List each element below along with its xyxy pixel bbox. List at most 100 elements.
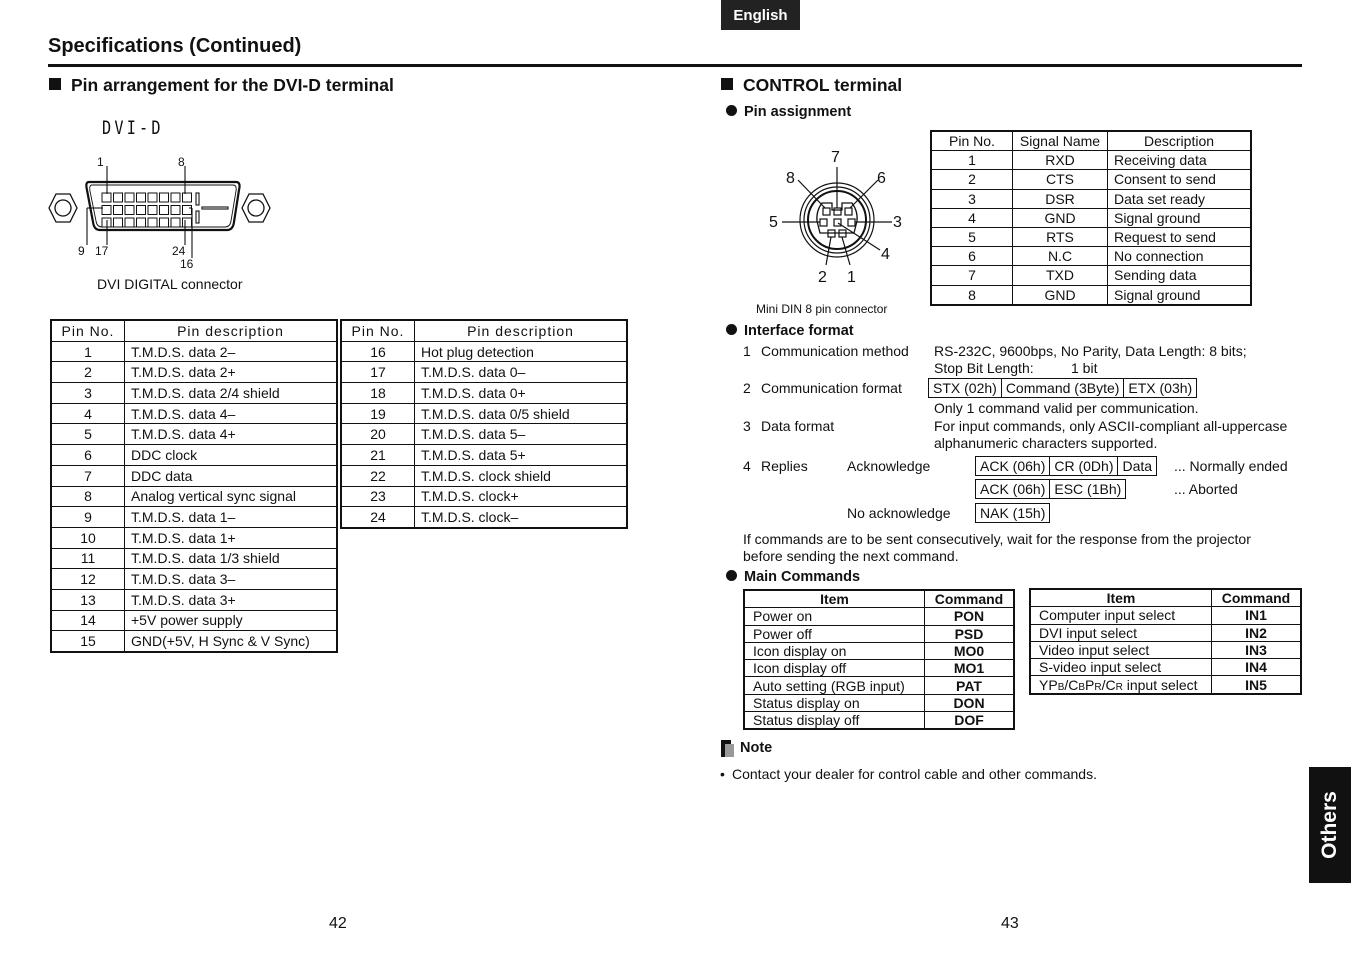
dvi-pin-contact <box>101 205 112 215</box>
signal-name-cell: CTS <box>1012 169 1108 190</box>
description-cell: Sending data <box>1107 265 1252 286</box>
table-row: 5 RTS Request to send <box>930 226 1252 248</box>
pin-description-cell: T.M.D.S. data 2/4 shield <box>124 382 338 404</box>
table-row: 13 T.M.D.S. data 3+ <box>50 588 338 611</box>
item3-line2: alphanumeric characters supported. <box>934 435 1158 451</box>
command-code-cell: IN1 <box>1211 606 1302 625</box>
others-side-tab-label: Others <box>1318 791 1341 859</box>
item2-number: 2 <box>743 380 751 396</box>
pin-number-cell: 13 <box>50 588 125 611</box>
item3-line1: For input commands, only ASCII-compliant… <box>934 418 1288 434</box>
dvi-pin-table-left: Pin No. Pin description 1 T.M.D.S. data 2… <box>50 319 338 653</box>
command-code-cell: IN4 <box>1211 658 1302 677</box>
pin-description-cell: DDC clock <box>124 444 338 466</box>
ack-normal-boxes: ACK (06h) CR (0Dh) Data <box>975 456 1158 476</box>
signal-name-cell: RTS <box>1012 226 1108 248</box>
square-bullet-icon <box>721 78 733 90</box>
pin-number-cell: 9 <box>50 506 125 528</box>
nak-box: NAK (15h) <box>975 503 1051 523</box>
pin-number-cell: 23 <box>340 485 415 508</box>
table-row: YPB/CBPR/CR input select IN5 <box>1029 675 1302 695</box>
command-code-cell: IN5 <box>1211 675 1302 695</box>
pin-number-cell: 21 <box>340 444 415 466</box>
dvi-pin-label-1: 1 <box>97 155 104 169</box>
dvi-pin-contact <box>182 205 192 215</box>
consecutive-note-line1: If commands are to be sent consecutively… <box>743 531 1251 547</box>
signal-name-cell: RXD <box>1012 150 1108 171</box>
pin-description-cell: T.M.D.S. data 1– <box>124 506 338 528</box>
square-bullet-icon <box>49 78 61 90</box>
ack-box: ACK (06h) <box>975 456 1051 476</box>
table-row: Auto setting (RGB input) PAT <box>743 676 1015 695</box>
command-code-cell: PSD <box>924 624 1015 643</box>
command-item-cell: Power on <box>743 607 925 626</box>
pin-number-cell: 8 <box>930 284 1013 306</box>
interface-format-heading-text: Interface format <box>744 323 854 339</box>
stx-box: STX (02h) <box>928 378 1002 398</box>
pin-description-cell: T.M.D.S. data 1/3 shield <box>124 547 338 570</box>
left-hex-nut-icon <box>48 193 78 223</box>
pin-number-cell: 6 <box>50 444 125 466</box>
table-row: 19 T.M.D.S. data 0/5 shield <box>340 402 628 425</box>
others-side-tab[interactable]: Others <box>1309 767 1351 883</box>
table-row: 6 N.C No connection <box>930 246 1252 267</box>
pin-number-cell: 19 <box>340 402 415 425</box>
pin-description-cell: T.M.D.S. data 2+ <box>124 361 338 384</box>
table-row: 14 +5V power supply <box>50 609 338 632</box>
page-number-left: 42 <box>329 915 347 932</box>
header-command: Command <box>924 589 1015 609</box>
item2-label: Communication format <box>761 380 902 396</box>
normally-ended-text: ... Normally ended <box>1174 458 1288 474</box>
table-row: 24 T.M.D.S. clock– <box>340 506 628 529</box>
table-row: S-video input select IN4 <box>1029 658 1302 677</box>
control-section-title-text: CONTROL terminal <box>743 75 903 95</box>
communication-format-boxes: STX (02h) Command (3Byte) ETX (03h) <box>928 378 1198 398</box>
table-row: 1 T.M.D.S. data 2– <box>50 340 338 363</box>
table-row: 7 DDC data <box>50 464 338 487</box>
header-pin-no: Pin No. <box>930 130 1013 152</box>
consecutive-note-line2: before sending the next command. <box>743 548 959 564</box>
pin-number-cell: 8 <box>50 485 125 508</box>
pin-number-cell: 2 <box>930 169 1013 190</box>
dvi-pin-label-17: 17 <box>95 244 109 258</box>
dvi-pin-contact <box>136 205 146 215</box>
item4-label: Replies <box>761 458 808 474</box>
signal-name-cell: GND <box>1012 284 1108 306</box>
description-cell: No connection <box>1107 246 1252 267</box>
dvi-pin-contact <box>101 192 112 203</box>
pin-number-cell: 12 <box>50 568 125 590</box>
table-row: Icon display on MO0 <box>743 641 1015 661</box>
mini-din-connector-diagram <box>782 167 892 266</box>
command-box: Command (3Byte) <box>1000 378 1125 398</box>
pin-number-cell: 1 <box>50 340 125 363</box>
note-bullet: • <box>720 766 725 782</box>
pin-number-cell: 5 <box>50 423 125 446</box>
header-description: Description <box>1107 130 1252 152</box>
table-row: 8 Analog vertical sync signal <box>50 485 338 508</box>
command-item-cell: Auto setting (RGB input) <box>743 676 925 695</box>
item1-line1: RS-232C, 9600bps, No Parity, Data Length… <box>934 343 1247 359</box>
round-bullet-icon <box>726 324 737 335</box>
table-row: 23 T.M.D.S. clock+ <box>340 485 628 508</box>
table-row: 18 T.M.D.S. data 0+ <box>340 382 628 404</box>
pin-description-cell: T.M.D.S. clock– <box>414 506 628 529</box>
din-pin-label-4: 4 <box>881 246 890 263</box>
table-row: 2 CTS Consent to send <box>930 169 1252 190</box>
dvi-pin-contact <box>147 192 158 203</box>
command-code-cell: IN2 <box>1211 623 1302 642</box>
pin-number-cell: 4 <box>930 207 1013 228</box>
etx-box: ETX (03h) <box>1123 378 1198 398</box>
table-row: 5 T.M.D.S. data 4+ <box>50 423 338 446</box>
dvi-pin-label-16: 16 <box>180 257 194 271</box>
pin-description-cell: T.M.D.S. data 3+ <box>124 588 338 611</box>
round-bullet-icon <box>726 105 737 116</box>
table-row: 12 T.M.D.S. data 3– <box>50 568 338 590</box>
pin-number-cell: 18 <box>340 382 415 404</box>
description-cell: Consent to send <box>1107 169 1252 190</box>
dvi-pin-table-right: Pin No. Pin description 16 Hot plug detec… <box>340 319 628 529</box>
language-badge: English <box>721 0 800 30</box>
header-pin-description: Pin description <box>124 319 338 342</box>
note-icon <box>721 740 735 757</box>
command-item-cell: DVI input select <box>1029 623 1212 642</box>
dvi-pin-contact <box>113 205 123 215</box>
